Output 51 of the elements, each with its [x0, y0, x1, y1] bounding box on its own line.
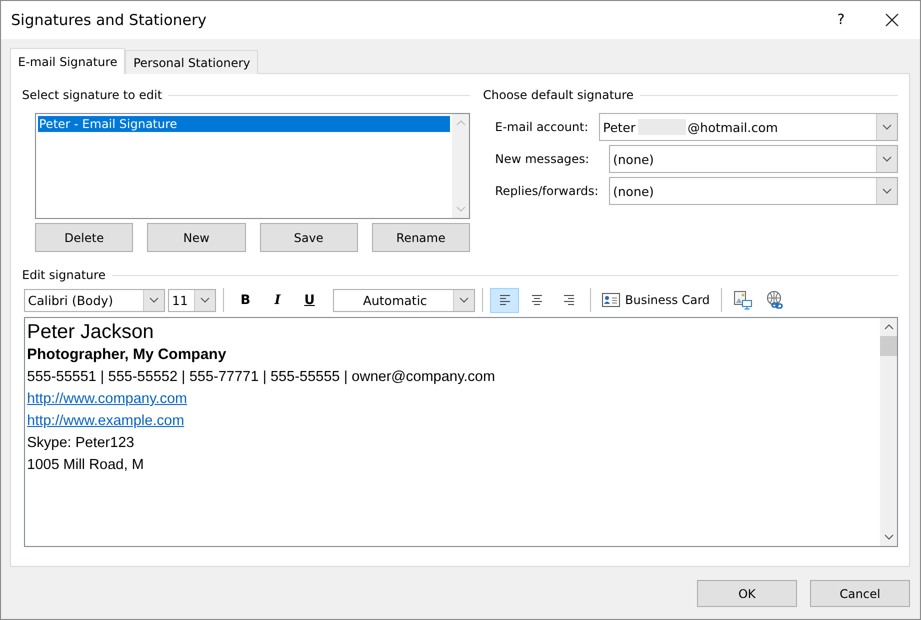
size-dropdown[interactable]: 11: [168, 288, 216, 312]
dropdown[interactable]: (none): [609, 145, 898, 173]
field-label: E-mail account:: [495, 120, 590, 134]
chevron-down-icon: [882, 188, 892, 194]
window-title: Signatures and Stationery: [11, 11, 208, 29]
dialog-button[interactable]: Save: [260, 223, 358, 252]
close-icon: [885, 13, 899, 27]
chevron-down-icon: [200, 297, 210, 303]
signature-list[interactable]: Peter - Email Signature: [35, 113, 470, 219]
signature-line: 1005 Mill Road, M: [27, 456, 145, 475]
scroll-down-icon[interactable]: [884, 534, 894, 540]
business-card-button[interactable]: Business Card: [598, 288, 714, 312]
signature-line: 555-55551 | 555-55552 | 555-77771 | 555-55555 | owner@company.com: [27, 368, 496, 387]
field-label: Replies/forwards:: [495, 184, 600, 198]
underline-button[interactable]: U: [295, 288, 324, 312]
signature-line: Photographer, My Company: [27, 345, 228, 365]
signature-line: Peter Jackson: [27, 320, 155, 344]
group-heading: Select signature to edit: [22, 88, 162, 102]
dialog-button[interactable]: New: [147, 223, 246, 252]
signature-link[interactable]: http://www.example.com: [27, 413, 184, 429]
group-heading: Choose default signature: [483, 88, 634, 102]
picture-monitor-icon: [733, 290, 754, 310]
dialog-button[interactable]: Cancel: [810, 580, 910, 607]
list-item[interactable]: Peter - Email Signature: [38, 116, 450, 132]
signature-link[interactable]: http://www.company.com: [27, 391, 188, 407]
group-heading: Edit signature: [22, 268, 106, 282]
signature-line: Skype: Peter123: [27, 434, 136, 453]
bold-button[interactable]: B: [231, 288, 260, 312]
dropdown[interactable]: (none): [609, 177, 898, 205]
font-dropdown[interactable]: Calibri (Body): [24, 288, 165, 312]
italic-button[interactable]: I: [263, 288, 292, 312]
chevron-down-icon: [882, 156, 892, 162]
chevron-down-icon: [459, 297, 469, 303]
scrollbar-thumb[interactable]: [880, 336, 897, 356]
dialog-button[interactable]: Delete: [35, 223, 134, 252]
dialog-button[interactable]: Rename: [372, 223, 470, 252]
globe-link-icon: [765, 290, 786, 310]
scroll-up-icon[interactable]: [884, 324, 894, 330]
dialog-button[interactable]: OK: [697, 580, 797, 607]
color-dropdown[interactable]: Automatic: [333, 288, 475, 312]
signature-editor[interactable]: Peter Jackson Photographer, My Company 555-55551 | 555-55552 | 555-77771 | 555-55555 | owner@company.com http://www.company.com http://www.example.com Skype: Peter123 1005 Mill Road, M: [24, 317, 898, 547]
dropdown[interactable]: Peter @hotmail.com: [599, 113, 898, 141]
tab[interactable]: Personal Stationery: [125, 50, 258, 74]
scrollbar[interactable]: [880, 318, 897, 546]
field-label: New messages:: [495, 152, 590, 166]
chevron-down-icon: [149, 297, 159, 303]
align-left-button[interactable]: [490, 288, 519, 312]
contact-card-icon: [602, 293, 620, 307]
help-button[interactable]: ?: [818, 1, 864, 39]
chevron-down-icon: [882, 124, 892, 130]
tab[interactable]: E-mail Signature: [10, 48, 126, 74]
